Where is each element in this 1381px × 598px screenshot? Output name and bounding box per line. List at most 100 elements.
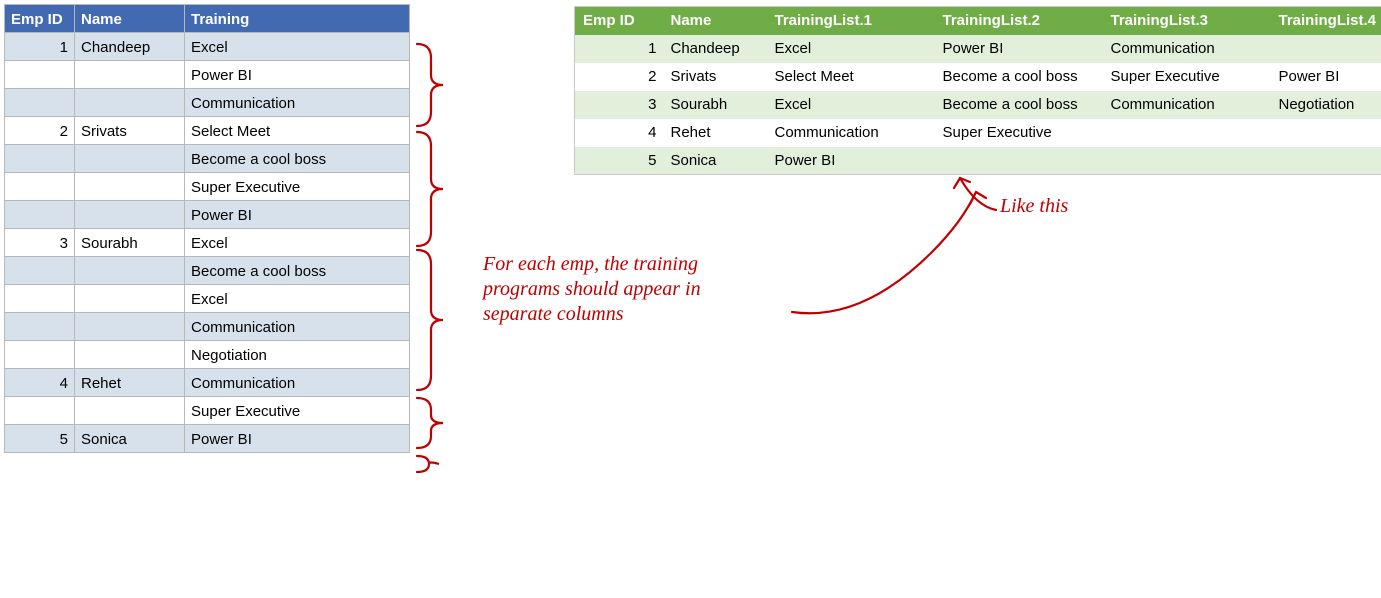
dst-cell-t4 [1271, 119, 1381, 147]
src-cell-name: Sourabh [75, 229, 185, 257]
src-cell-name: Srivats [75, 117, 185, 145]
table-row: 5SonicaPower BI [5, 425, 410, 453]
dst-cell-t3: Communication [1103, 91, 1271, 119]
table-row: 1ChandeepExcelPower BICommunication [575, 35, 1381, 63]
src-cell-emp [5, 61, 75, 89]
table-row: Super Executive [5, 397, 410, 425]
table-row: Power BI [5, 61, 410, 89]
src-cell-name [75, 341, 185, 369]
src-cell-train: Excel [185, 33, 410, 61]
dst-cell-name: Sourabh [663, 91, 767, 119]
src-cell-emp: 2 [5, 117, 75, 145]
src-header-name: Name [75, 5, 185, 33]
table-row: Super Executive [5, 173, 410, 201]
dst-cell-t1: Power BI [767, 147, 935, 175]
dst-cell-name: Rehet [663, 119, 767, 147]
dst-cell-t3 [1103, 119, 1271, 147]
dst-cell-name: Sonica [663, 147, 767, 175]
src-cell-emp [5, 89, 75, 117]
src-cell-train: Select Meet [185, 117, 410, 145]
dst-cell-t2: Power BI [935, 35, 1103, 63]
dst-cell-t4: Negotiation [1271, 91, 1381, 119]
source-table: Emp ID Name Training 1ChandeepExcelPower… [4, 4, 410, 453]
src-cell-train: Become a cool boss [185, 145, 410, 173]
dst-cell-t2: Become a cool boss [935, 91, 1103, 119]
dst-cell-emp: 2 [575, 63, 663, 91]
dst-cell-emp: 3 [575, 91, 663, 119]
annotation-like-this: Like this [1000, 194, 1068, 219]
table-row: Power BI [5, 201, 410, 229]
dst-header-t1: TrainingList.1 [767, 7, 935, 35]
table-row: Excel [5, 285, 410, 313]
src-header-training: Training [185, 5, 410, 33]
dst-cell-t4 [1271, 147, 1381, 175]
dst-cell-name: Chandeep [663, 35, 767, 63]
src-cell-train: Excel [185, 229, 410, 257]
dst-cell-t1: Excel [767, 35, 935, 63]
src-cell-emp [5, 257, 75, 285]
src-header-empid: Emp ID [5, 5, 75, 33]
src-cell-emp: 5 [5, 425, 75, 453]
dst-cell-name: Srivats [663, 63, 767, 91]
table-row: 1ChandeepExcel [5, 33, 410, 61]
src-cell-name: Chandeep [75, 33, 185, 61]
src-cell-train: Super Executive [185, 173, 410, 201]
dst-header-name: Name [663, 7, 767, 35]
src-cell-train: Communication [185, 369, 410, 397]
dst-cell-emp: 5 [575, 147, 663, 175]
dst-cell-t2: Super Executive [935, 119, 1103, 147]
arrow-main [788, 178, 988, 318]
src-cell-emp: 3 [5, 229, 75, 257]
src-cell-train: Power BI [185, 425, 410, 453]
src-cell-name [75, 313, 185, 341]
src-cell-name [75, 257, 185, 285]
src-cell-name: Sonica [75, 425, 185, 453]
src-cell-emp: 4 [5, 369, 75, 397]
src-cell-emp [5, 285, 75, 313]
src-cell-train: Super Executive [185, 397, 410, 425]
src-cell-emp [5, 201, 75, 229]
src-cell-emp [5, 173, 75, 201]
pivot-header-row: Emp ID Name TrainingList.1 TrainingList.… [575, 7, 1381, 35]
src-cell-train: Power BI [185, 61, 410, 89]
table-row: 2SrivatsSelect MeetBecome a cool bossSup… [575, 63, 1381, 91]
src-cell-train: Communication [185, 313, 410, 341]
src-cell-name: Rehet [75, 369, 185, 397]
table-row: 3SourabhExcel [5, 229, 410, 257]
src-cell-name [75, 397, 185, 425]
dst-cell-emp: 4 [575, 119, 663, 147]
table-row: Communication [5, 313, 410, 341]
dst-header-t4: TrainingList.4 [1271, 7, 1381, 35]
src-cell-train: Excel [185, 285, 410, 313]
src-cell-emp [5, 341, 75, 369]
table-row: 4RehetCommunication [5, 369, 410, 397]
src-cell-emp [5, 313, 75, 341]
dst-header-t3: TrainingList.3 [1103, 7, 1271, 35]
bracket-svg [409, 4, 479, 594]
table-row: Become a cool boss [5, 257, 410, 285]
dst-cell-emp: 1 [575, 35, 663, 63]
dst-cell-t2: Become a cool boss [935, 63, 1103, 91]
dst-cell-t1: Communication [767, 119, 935, 147]
dst-cell-t3 [1103, 147, 1271, 175]
dst-cell-t1: Excel [767, 91, 935, 119]
src-cell-name [75, 61, 185, 89]
dst-header-t2: TrainingList.2 [935, 7, 1103, 35]
dst-cell-t3: Communication [1103, 35, 1271, 63]
source-header-row: Emp ID Name Training [5, 5, 410, 33]
dst-cell-t1: Select Meet [767, 63, 935, 91]
pivot-table: Emp ID Name TrainingList.1 TrainingList.… [574, 6, 1381, 175]
src-cell-train: Power BI [185, 201, 410, 229]
src-cell-name [75, 173, 185, 201]
dst-cell-t3: Super Executive [1103, 63, 1271, 91]
src-cell-emp: 1 [5, 33, 75, 61]
src-cell-name [75, 201, 185, 229]
src-cell-name [75, 145, 185, 173]
dst-cell-t4 [1271, 35, 1381, 63]
table-row: 3SourabhExcelBecome a cool bossCommunica… [575, 91, 1381, 119]
src-cell-train: Become a cool boss [185, 257, 410, 285]
table-row: 4RehetCommunicationSuper Executive [575, 119, 1381, 147]
dst-cell-t4: Power BI [1271, 63, 1381, 91]
src-cell-train: Communication [185, 89, 410, 117]
src-cell-train: Negotiation [185, 341, 410, 369]
